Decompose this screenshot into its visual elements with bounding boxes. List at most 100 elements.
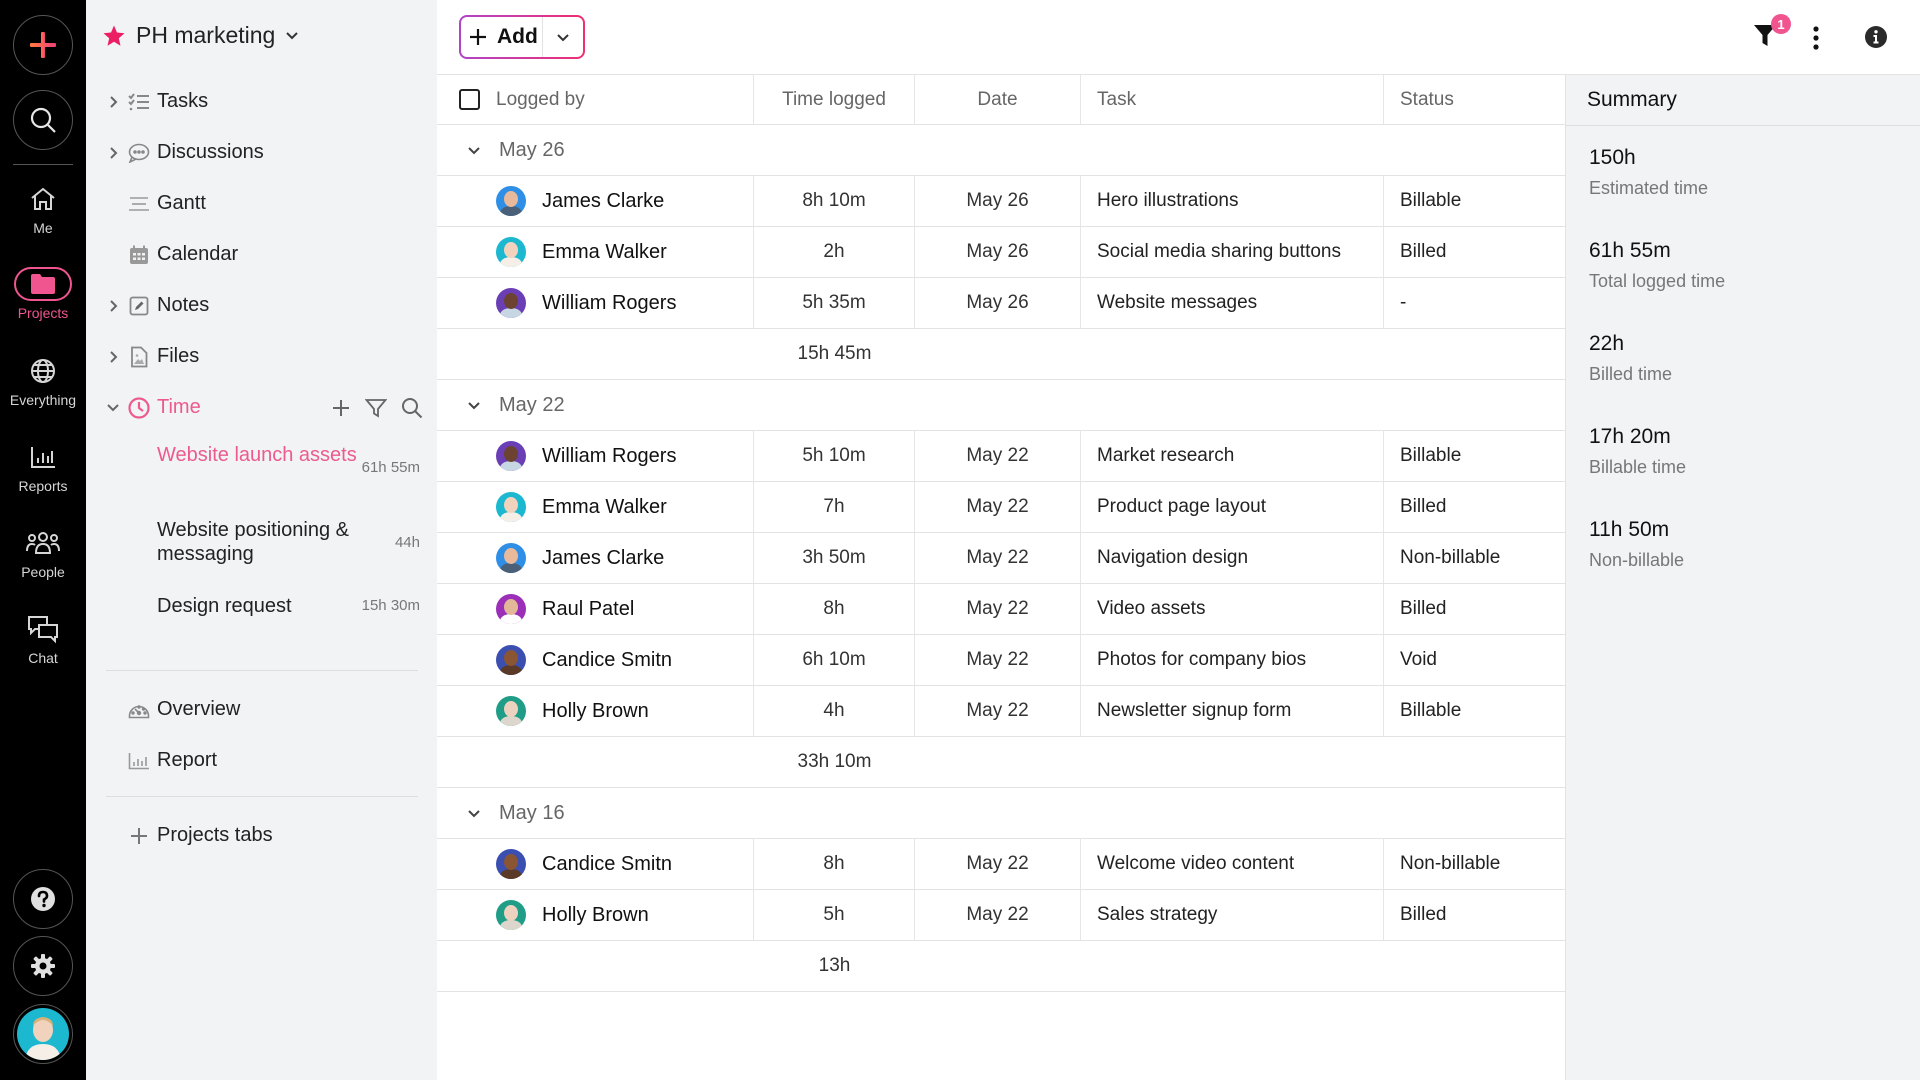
status-value[interactable]: Billable (1400, 445, 1461, 467)
filter-icon[interactable] (365, 398, 387, 418)
time-value: 4h (823, 700, 845, 721)
global-search-button[interactable] (13, 90, 73, 150)
task-name[interactable]: Product page layout (1097, 496, 1266, 518)
date-group-header[interactable]: May 26 (437, 125, 1565, 176)
filter-button[interactable]: 1 (1753, 14, 1791, 53)
nav-item-files[interactable]: Files (86, 331, 437, 382)
nav-item-calendar[interactable]: Calendar (86, 229, 437, 280)
avatar (496, 288, 526, 318)
nav-item-notes[interactable]: Notes (86, 280, 437, 331)
task-name[interactable]: Navigation design (1097, 547, 1248, 569)
task-name[interactable]: Sales strategy (1097, 904, 1217, 926)
col-time-logged[interactable]: Time logged (754, 75, 915, 124)
task-name[interactable]: Website messages (1097, 292, 1257, 314)
task-name[interactable]: Social media sharing buttons (1097, 241, 1341, 263)
table-row[interactable]: Candice Smitn 8h May 22 Welcome video conte… (437, 839, 1565, 890)
table-row[interactable]: William Rogers 5h 35m May 26 Website messag… (437, 278, 1565, 329)
add-projects-tab-button[interactable]: Projects tabs (86, 810, 437, 861)
cell-date: May 26 (915, 227, 1081, 277)
status-value[interactable]: Void (1400, 649, 1437, 671)
rail-item-projects[interactable]: Projects (0, 267, 86, 321)
nav-item-time[interactable]: Time (86, 382, 437, 433)
add-time-sheet-icon[interactable] (331, 398, 351, 418)
project-name: PH marketing (136, 22, 276, 48)
task-name[interactable]: Newsletter signup form (1097, 700, 1291, 722)
status-value[interactable]: Billable (1400, 700, 1461, 722)
time-sheet-item[interactable]: Design request 15h 30m (86, 583, 437, 633)
projects-tabs-section: Projects tabs (86, 810, 437, 861)
project-switcher[interactable]: PH marketing (102, 22, 299, 49)
task-name[interactable]: Video assets (1097, 598, 1205, 620)
status-value[interactable]: - (1400, 292, 1406, 314)
table-row[interactable]: Emma Walker 2h May 26 Social media sharing … (437, 227, 1565, 278)
table-row[interactable]: Raul Patel 8h May 22 Video assets Billed (437, 584, 1565, 635)
nav-item-discussions[interactable]: Discussions (86, 127, 437, 178)
nav-item-tasks[interactable]: Tasks (86, 76, 437, 127)
sidebar-divider (106, 670, 418, 671)
nav-item-report[interactable]: Report (86, 735, 437, 786)
status-value[interactable]: Billed (1400, 904, 1446, 926)
date-group-header[interactable]: May 16 (437, 788, 1565, 839)
cell-date: May 22 (915, 584, 1081, 634)
chevron-down-icon (468, 809, 480, 817)
status-value[interactable]: Billed (1400, 496, 1446, 518)
rail-divider (13, 164, 73, 165)
col-logged-by[interactable]: Logged by (437, 75, 754, 124)
col-date[interactable]: Date (915, 75, 1081, 124)
task-name[interactable]: Hero illustrations (1097, 190, 1239, 212)
add-button[interactable]: Add (461, 17, 543, 57)
status-value[interactable]: Non-billable (1400, 853, 1500, 875)
status-value[interactable]: Billable (1400, 190, 1461, 212)
gantt-icon (129, 196, 149, 211)
rail-item-me[interactable]: Me (0, 182, 86, 236)
date-value: May 26 (966, 292, 1029, 313)
summary-value: 150h (1589, 146, 1636, 169)
date-value: May 22 (966, 700, 1029, 721)
more-options-button[interactable] (1812, 26, 1820, 55)
rail-item-reports[interactable]: Reports (0, 440, 86, 494)
add-dropdown-button[interactable] (543, 17, 583, 57)
rail-item-everything[interactable]: Everything (0, 354, 86, 408)
nav-item-gantt[interactable]: Gantt (86, 178, 437, 229)
settings-button[interactable] (13, 936, 73, 996)
help-button[interactable] (13, 869, 73, 929)
people-icon (26, 532, 60, 554)
date-group-header[interactable]: May 22 (437, 380, 1565, 431)
chevron-right-icon (109, 146, 117, 159)
table-row[interactable]: James Clarke 8h 10m May 26 Hero illustratio… (437, 176, 1565, 227)
task-name[interactable]: Market research (1097, 445, 1234, 467)
col-label: Task (1097, 88, 1137, 110)
col-status[interactable]: Status (1384, 75, 1565, 124)
search-icon[interactable] (401, 397, 423, 419)
col-label: Time logged (782, 88, 886, 110)
rail-label: Projects (17, 305, 69, 321)
time-sheet-item[interactable]: Website positioning & messaging 44h (86, 507, 437, 583)
table-row[interactable]: William Rogers 5h 10m May 22 Market researc… (437, 431, 1565, 482)
create-button[interactable] (13, 15, 73, 75)
table-row[interactable]: James Clarke 3h 50m May 22 Navigation desig… (437, 533, 1565, 584)
more-vertical-icon (1813, 26, 1819, 50)
task-name[interactable]: Photos for company bios (1097, 649, 1306, 671)
table-row[interactable]: Holly Brown 5h May 22 Sales strategy Billed (437, 890, 1565, 941)
time-sheet-item[interactable]: Website launch assets 61h 55m (86, 433, 437, 507)
profile-button[interactable] (13, 1004, 73, 1064)
nav-label: Time (157, 396, 201, 418)
rail-item-people[interactable]: People (0, 526, 86, 580)
task-name[interactable]: Welcome video content (1097, 853, 1294, 875)
date-value: May 22 (966, 598, 1029, 619)
select-all-checkbox[interactable] (459, 89, 480, 110)
rail-item-chat[interactable]: Chat (0, 612, 86, 666)
info-button[interactable] (1864, 25, 1888, 54)
col-task[interactable]: Task (1081, 75, 1384, 124)
status-value[interactable]: Billed (1400, 598, 1446, 620)
cell-time-logged: 8h 10m (754, 176, 915, 226)
status-value[interactable]: Billed (1400, 241, 1446, 263)
status-value[interactable]: Non-billable (1400, 547, 1500, 569)
summary-value: 17h 20m (1589, 425, 1671, 448)
nav-label: Report (157, 749, 218, 771)
table-row[interactable]: Holly Brown 4h May 22 Newsletter signup for… (437, 686, 1565, 737)
nav-item-overview[interactable]: Overview (86, 684, 437, 735)
table-row[interactable]: Emma Walker 7h May 22 Product page layout Bi… (437, 482, 1565, 533)
table-row[interactable]: Candice Smitn 6h 10m May 22 Photos for comp… (437, 635, 1565, 686)
group-total-row: 15h 45m (437, 329, 1565, 380)
